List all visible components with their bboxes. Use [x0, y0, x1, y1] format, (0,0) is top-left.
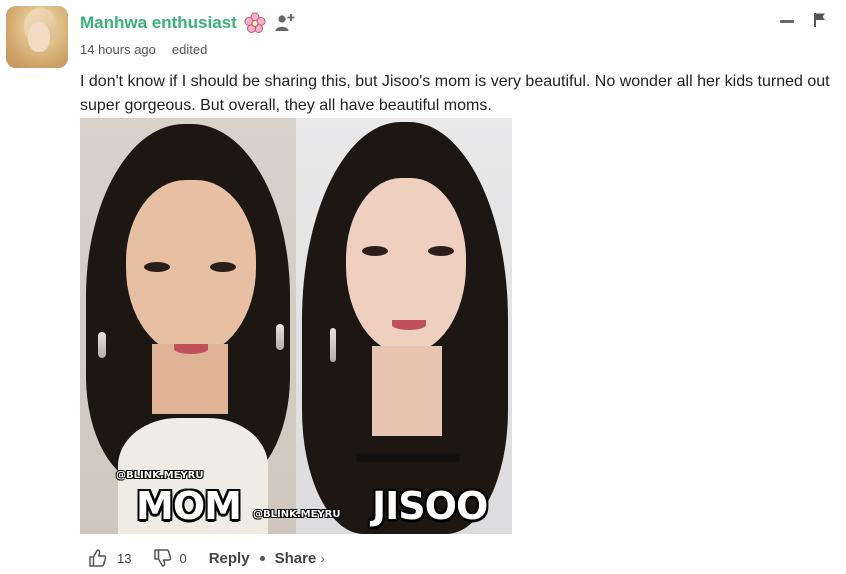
thumbs-up-icon	[89, 549, 107, 567]
jisoo-neck	[372, 346, 442, 436]
mom-earring-left	[98, 332, 106, 358]
username[interactable]: Manhwa enthusiast	[80, 13, 237, 33]
jisoo-photo-panel: JISOO	[296, 118, 512, 534]
comment-actions: 13 0 Reply Share ›	[88, 546, 325, 570]
jisoo-choker	[356, 454, 460, 462]
jisoo-mouth	[392, 320, 426, 330]
comment-body: I don't know if I should be sharing this…	[80, 73, 830, 114]
reply-button[interactable]: Reply	[209, 550, 250, 567]
share-button[interactable]: Share ›	[275, 550, 325, 567]
flower-badge-icon	[244, 12, 266, 33]
mom-mouth	[174, 344, 208, 354]
flag-icon[interactable]	[813, 12, 827, 28]
mom-left-eye	[144, 262, 170, 272]
collapse-icon[interactable]	[780, 20, 794, 23]
jisoo-right-eye	[428, 246, 454, 256]
mom-earring-right	[276, 324, 284, 350]
chevron-right-icon: ›	[320, 550, 325, 566]
watermark-center: @BLINK.MEYRU	[253, 509, 341, 520]
edited-label: edited	[171, 42, 208, 57]
avatar[interactable]	[6, 6, 68, 68]
like-count: 13	[117, 550, 132, 566]
like-button[interactable]: 13	[88, 548, 131, 568]
avatar-face	[28, 22, 50, 52]
dislike-count: 0	[179, 550, 187, 566]
dislike-button[interactable]: 0	[153, 548, 187, 568]
jisoo-left-eye	[362, 246, 388, 256]
comment-meta: 14 hours ago edited	[80, 42, 207, 57]
thumbs-down-icon	[154, 549, 172, 567]
jisoo-earring	[330, 328, 336, 362]
timestamp[interactable]: 14 hours ago	[80, 42, 156, 57]
mom-caption: MOM	[136, 484, 242, 528]
jisoo-caption: JISOO	[372, 484, 488, 528]
share-label: Share	[274, 549, 317, 567]
separator-dot	[259, 555, 265, 561]
comment-image[interactable]: @BLINK.MEYRU MOM JISOO @BLINK.MEYRU	[80, 118, 512, 534]
mom-right-eye	[210, 262, 236, 272]
mom-photo-panel: @BLINK.MEYRU MOM	[80, 118, 296, 534]
mom-neck	[152, 344, 228, 414]
watermark-left: @BLINK.MEYRU	[116, 470, 204, 481]
add-follow-icon[interactable]	[274, 12, 296, 34]
